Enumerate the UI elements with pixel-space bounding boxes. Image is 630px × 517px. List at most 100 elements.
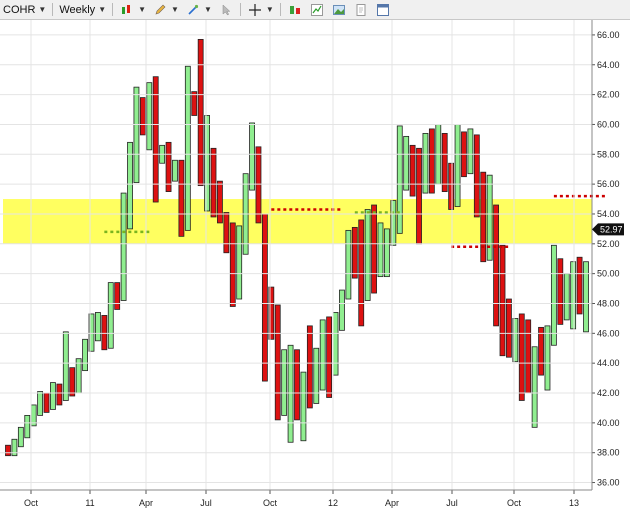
down-bar [43,392,50,413]
down-bar [576,256,583,315]
period-label: Weekly [59,3,96,16]
up-bar [300,371,307,442]
down-bar [101,315,108,351]
down-bar [448,162,455,210]
document-button[interactable] [350,0,372,19]
up-bar [127,141,133,230]
separator [112,3,114,16]
x-tick-label: Apr [139,498,153,508]
up-bar [281,349,288,416]
up-bar [249,122,255,191]
down-bar [114,282,121,310]
line-chart-button[interactable] [306,0,328,19]
up-bar [319,319,326,391]
down-bar [518,313,525,401]
y-tick-label: 54.00 [597,209,620,219]
highlight-zone-layer [3,199,592,244]
x-tick-label: Apr [385,498,399,508]
chart-style-button[interactable]: ▼ [116,0,149,19]
down-bar [306,325,313,409]
picture-button[interactable] [328,0,350,19]
up-bar [377,222,384,278]
annotation-button[interactable]: ▼ [182,0,215,19]
down-bar [371,204,377,294]
down-bar [210,147,217,218]
chevron-down-icon: ▼ [38,5,47,14]
down-bar [152,76,159,203]
x-tick-label: Oct [24,498,39,508]
bar-style-icon [122,4,131,14]
down-bar [261,213,268,382]
down-bar [191,91,198,116]
down-bar [499,244,506,357]
symbol-dropdown[interactable]: COHR ▼ [0,0,49,19]
chevron-down-icon: ▼ [98,5,107,14]
up-bar [37,391,44,416]
up-bar [454,124,461,207]
y-tick-label: 46.00 [597,328,620,338]
x-tick-label: Jul [446,498,458,508]
toolbar: COHR ▼ Weekly ▼ ▼ ▼ ▼ ▼ [0,0,630,20]
y-tick-label: 48.00 [597,298,620,308]
candles-icon [289,5,300,14]
y-tick-label: 60.00 [597,119,620,129]
down-bar [223,212,230,254]
cursor-icon [222,3,231,15]
y-tick-label: 52.00 [597,239,620,249]
wand-icon [188,4,199,15]
up-bar [172,159,178,182]
down-bar [217,180,223,224]
x-tick-label: Oct [507,498,522,508]
down-bar [274,304,281,421]
up-bar [550,244,557,346]
up-bar [544,325,551,391]
up-bar [396,125,403,234]
x-tick-label: Jul [200,498,212,508]
down-bar [441,132,448,192]
down-bar [69,367,76,397]
separator [52,3,54,16]
y-tick-label: 64.00 [597,60,620,70]
down-bar [506,298,512,358]
up-bar [339,289,345,331]
period-dropdown[interactable]: Weekly ▼ [56,0,109,19]
up-bar [467,128,474,175]
up-bar [17,426,24,448]
up-bar [95,312,101,342]
down-bar [480,171,487,263]
down-bar [557,258,564,325]
up-bar [133,86,140,184]
up-bar [50,382,56,410]
axes-layer: 36.00 38.00 40.00 42.00 44.00 46.00 48.00 50.00… [0,20,624,508]
up-bar [313,347,320,404]
y-tick-label: 58.00 [597,149,620,159]
picture-icon [332,4,345,15]
down-bar [178,159,185,237]
up-bar [11,438,18,457]
up-bar [403,135,410,191]
line-chart-icon [310,3,323,16]
up-bar [287,344,294,443]
cursor-button[interactable] [215,0,237,19]
down-bar [197,38,204,187]
up-bar [75,358,82,394]
y-tick-label: 42.00 [597,388,620,398]
chevron-down-icon: ▼ [203,5,212,14]
crosshair-button[interactable]: ▼ [244,0,277,19]
y-tick-label: 40.00 [597,418,620,428]
down-bar [56,383,63,406]
candles-button[interactable] [284,0,306,19]
down-bar [5,444,11,457]
draw-tool-button[interactable]: ▼ [149,0,182,19]
down-bar [416,147,422,245]
price-chart[interactable]: 36.00 38.00 40.00 42.00 44.00 46.00 48.00 50.00… [0,20,630,517]
up-bar [204,115,210,212]
symbol-label: COHR [3,3,36,16]
y-tick-label: 36.00 [597,478,620,488]
window-button[interactable] [372,0,394,19]
up-bar [24,414,31,439]
up-bar [146,82,153,151]
y-tick-label: 66.00 [597,30,620,40]
y-tick-label: 62.00 [597,90,620,100]
separator [239,3,241,16]
